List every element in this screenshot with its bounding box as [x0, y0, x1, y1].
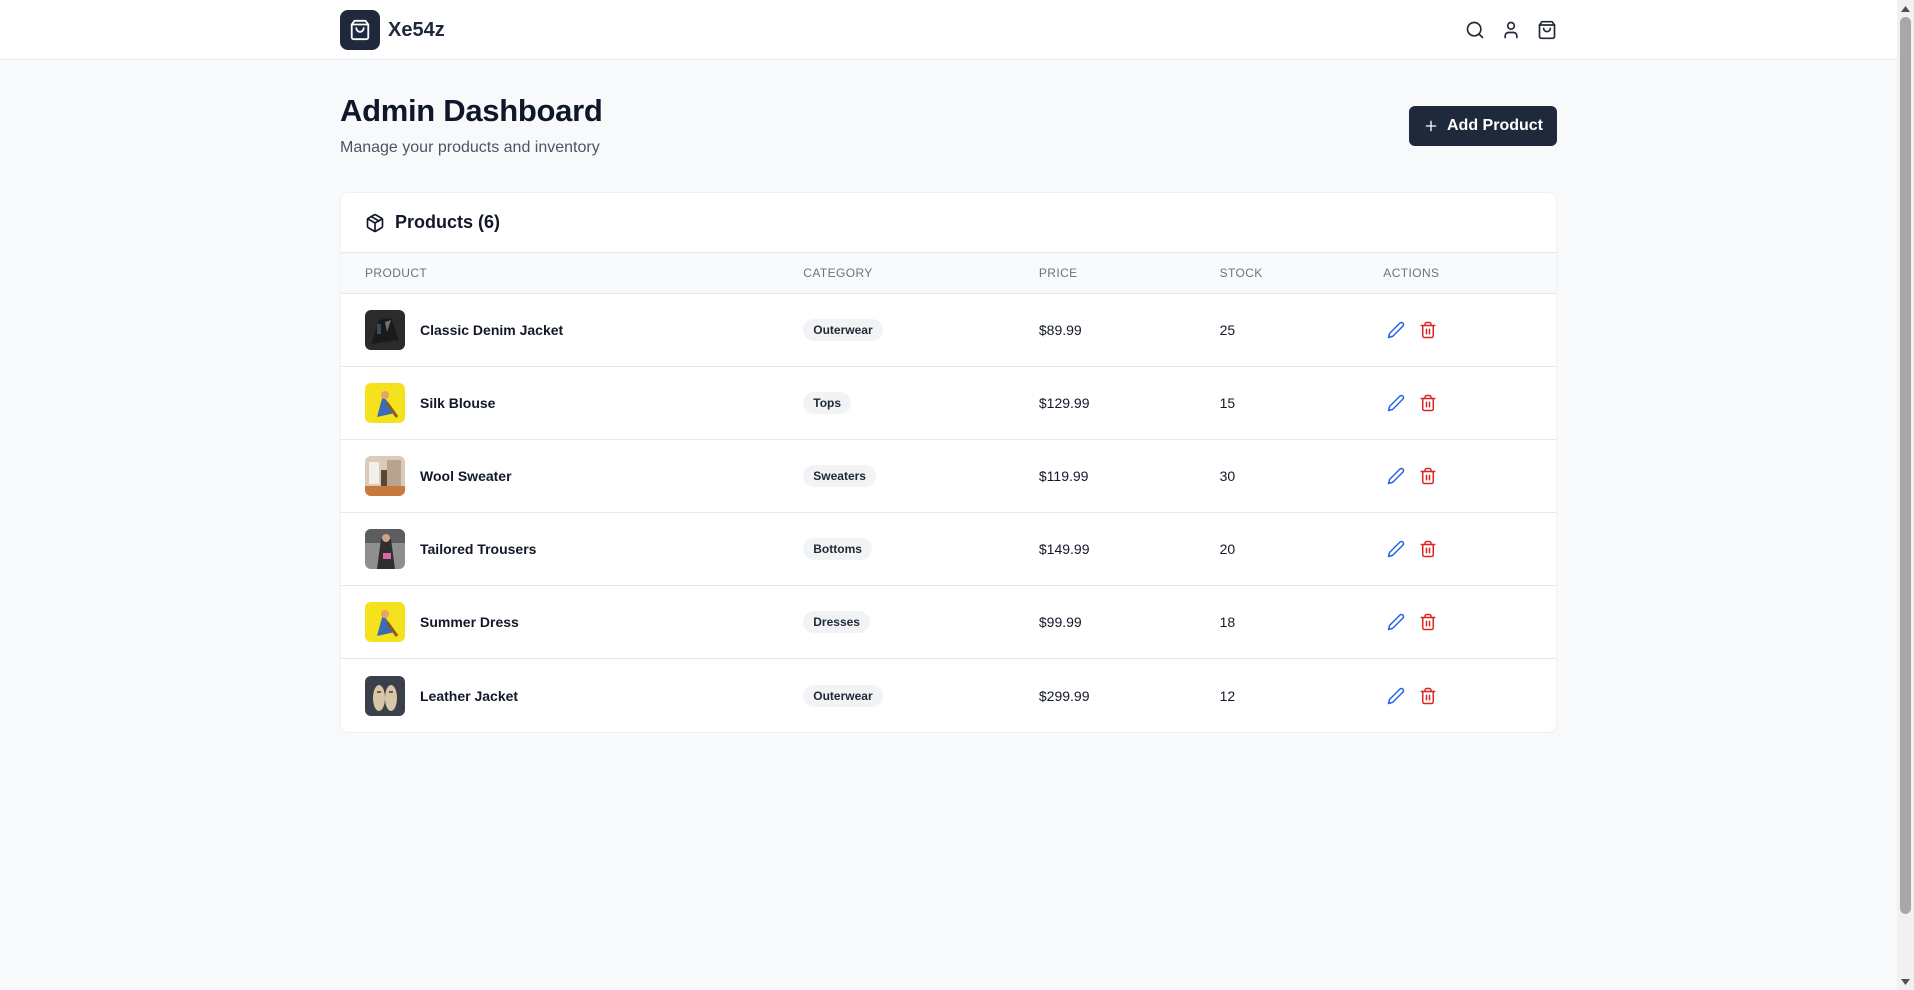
price-cell: $149.99	[1038, 541, 1090, 557]
category-badge: Sweaters	[803, 465, 876, 487]
actions-cell	[1383, 687, 1556, 705]
product-cell: Tailored Trousers	[341, 529, 803, 569]
product-name: Classic Denim Jacket	[420, 322, 564, 338]
package-icon	[365, 213, 385, 233]
product-cell: Leather Jacket	[341, 675, 803, 716]
actions-cell	[1383, 467, 1556, 485]
column-header-stock: Stock	[1219, 266, 1263, 280]
category-badge: Dresses	[803, 611, 870, 633]
product-thumbnail	[365, 383, 405, 423]
edit-icon[interactable]	[1387, 321, 1405, 339]
category-cell: Tops	[803, 392, 1039, 414]
trash-icon[interactable]	[1419, 613, 1437, 631]
table-header: Product Category Price Stock Actions	[341, 253, 1556, 294]
search-icon[interactable]	[1465, 20, 1485, 40]
main-content: Admin Dashboard Manage your products and…	[340, 60, 1557, 733]
plus-icon	[1425, 120, 1437, 132]
column-header-price: Price	[1038, 266, 1078, 280]
price-cell: $89.99	[1038, 322, 1082, 338]
price-cell: $129.99	[1038, 395, 1090, 411]
price-cell: $99.99	[1038, 614, 1082, 630]
cart-icon[interactable]	[1537, 20, 1557, 40]
stock-cell: 15	[1219, 395, 1236, 411]
actions-cell	[1383, 321, 1556, 339]
scroll-down-arrow-icon[interactable]	[1897, 973, 1914, 990]
brand[interactable]: Xe54z	[340, 10, 445, 50]
top-navbar: Xe54z	[0, 0, 1897, 60]
page-subtitle: Manage your products and inventory	[340, 139, 600, 156]
category-cell: Bottoms	[803, 538, 1039, 560]
brand-name: Xe54z	[388, 18, 445, 41]
category-cell: Outerwear	[803, 319, 1039, 341]
table-row: Leather Jacket Outerwear $299.99 12	[341, 659, 1556, 732]
trash-icon[interactable]	[1419, 321, 1437, 339]
product-name: Tailored Trousers	[420, 541, 537, 557]
table-row: Tailored Trousers Bottoms $149.99 20	[341, 513, 1556, 586]
add-product-button[interactable]: Add Product	[1409, 106, 1557, 146]
products-card-title: Products (6)	[395, 212, 501, 232]
category-badge: Bottoms	[803, 538, 872, 560]
column-header-product: Product	[365, 266, 428, 280]
product-name: Summer Dress	[420, 614, 519, 630]
product-cell: Silk Blouse	[341, 383, 803, 423]
product-thumbnail	[365, 529, 405, 569]
products-card-header: Products (6)	[341, 193, 1556, 253]
actions-cell	[1383, 613, 1556, 631]
product-name: Wool Sweater	[420, 468, 512, 484]
price-cell: $299.99	[1038, 687, 1090, 704]
product-thumbnail	[365, 310, 405, 350]
trash-icon[interactable]	[1419, 467, 1437, 485]
page-title: Admin Dashboard	[340, 93, 603, 128]
product-cell: Summer Dress	[341, 602, 803, 642]
column-header-category: Category	[803, 266, 873, 280]
category-cell: Dresses	[803, 611, 1039, 633]
products-card: Products (6) Product Category Price Stoc…	[340, 192, 1557, 733]
price-cell: $119.99	[1038, 468, 1089, 484]
edit-icon[interactable]	[1387, 467, 1405, 485]
scrollbar-thumb[interactable]	[1900, 17, 1911, 914]
category-badge: Outerwear	[803, 684, 883, 707]
product-thumbnail	[365, 456, 405, 496]
header-actions	[1465, 20, 1557, 40]
product-thumbnail	[365, 675, 405, 716]
stock-cell: 12	[1219, 687, 1236, 704]
stock-cell: 18	[1219, 614, 1236, 630]
product-cell: Classic Denim Jacket	[341, 310, 803, 350]
category-cell: Outerwear	[803, 684, 1039, 707]
edit-icon[interactable]	[1387, 394, 1405, 412]
stock-cell: 25	[1219, 322, 1236, 338]
table-row: Wool Sweater Sweaters $119.99 30	[341, 440, 1556, 513]
category-badge: Tops	[803, 392, 852, 414]
scroll-up-arrow-icon[interactable]	[1897, 0, 1914, 17]
actions-cell	[1383, 540, 1556, 558]
stock-cell: 30	[1219, 468, 1236, 484]
edit-icon[interactable]	[1387, 613, 1405, 631]
column-header-actions: Actions	[1383, 266, 1440, 280]
shopping-bag-icon	[340, 10, 380, 50]
user-icon[interactable]	[1501, 20, 1521, 40]
product-cell: Wool Sweater	[341, 456, 803, 496]
stock-cell: 20	[1219, 541, 1236, 557]
navbar-inner: Xe54z	[340, 0, 1557, 60]
edit-icon[interactable]	[1387, 687, 1405, 705]
trash-icon[interactable]	[1419, 687, 1437, 705]
product-name: Leather Jacket	[420, 687, 519, 704]
product-thumbnail	[365, 602, 405, 642]
add-product-label: Add Product	[1447, 117, 1543, 134]
table-row: Summer Dress Dresses $99.99 18	[341, 586, 1556, 659]
page-header: Admin Dashboard Manage your products and…	[340, 60, 1557, 192]
edit-icon[interactable]	[1387, 540, 1405, 558]
product-name: Silk Blouse	[420, 395, 496, 411]
table-row: Silk Blouse Tops $129.99 15	[341, 367, 1556, 440]
vertical-scrollbar[interactable]	[1897, 0, 1914, 990]
trash-icon[interactable]	[1419, 394, 1437, 412]
table-row: Classic Denim Jacket Outerwear $89.99 25	[341, 294, 1556, 367]
actions-cell	[1383, 394, 1556, 412]
category-cell: Sweaters	[803, 465, 1039, 487]
category-badge: Outerwear	[803, 319, 883, 341]
trash-icon[interactable]	[1419, 540, 1437, 558]
